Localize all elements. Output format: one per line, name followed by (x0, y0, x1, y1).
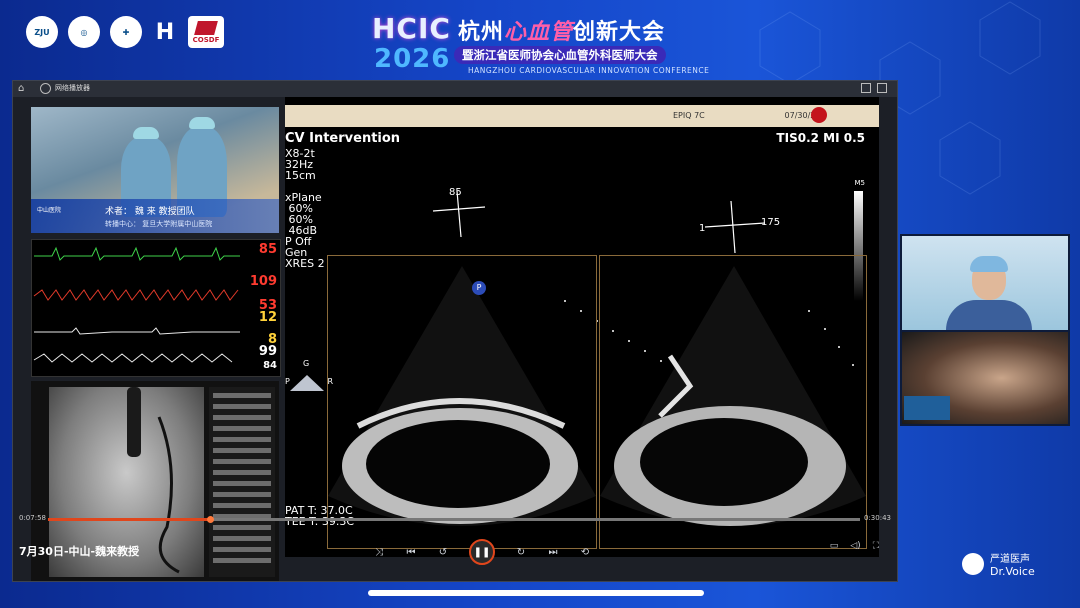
angle-right-start: 1 (699, 223, 706, 234)
operation-video (902, 332, 1068, 424)
video-caption: 7月30日-中山-魏来教授 (19, 545, 140, 558)
home-indicator[interactable] (368, 590, 704, 596)
volume-icon[interactable]: ◁) (850, 541, 860, 551)
logo-hospital-icon: ✚ (110, 16, 142, 48)
operating-room-camera: 中山医院 术者： 魏 来 教授团队 转播中心： 复旦大学附属中山医院 (31, 107, 279, 233)
partner-logos: ZJU ◎ ✚ H COSDF (26, 16, 224, 48)
skip-next-icon[interactable]: ⏭ (547, 547, 559, 558)
presenter-cap (970, 256, 1008, 272)
vital-abp: 109 (249, 274, 277, 289)
banner-subtitle-cn: 暨浙江省医师协会心血管外科医师大会 (454, 46, 666, 64)
rewind-icon[interactable]: ↺ (437, 547, 449, 558)
logo-hz-icon: H (155, 19, 175, 45)
repeat-icon[interactable]: ⟲ (579, 547, 591, 558)
pause-button[interactable]: ❚❚ (469, 539, 495, 565)
echo-sector-left (328, 266, 596, 526)
camera-line1: 术者： 魏 来 教授团队 (105, 207, 195, 217)
surgeon-cap (189, 117, 215, 129)
orientation-g: G (303, 359, 310, 368)
shuffle-icon[interactable]: ⤨ (373, 547, 385, 558)
fullscreen-icon[interactable]: ⛶ (873, 541, 879, 551)
logo-cosdf: COSDF (188, 16, 224, 48)
presenter-body (946, 300, 1032, 330)
camera-caption-overlay: 中山医院 术者： 魏 来 教授团队 转播中心： 复旦大学附属中山医院 (31, 199, 279, 233)
echo-bscan-left (327, 255, 597, 549)
window-buttons[interactable] (861, 83, 887, 93)
player-titlebar[interactable]: ⌂ 网络播放器 (13, 81, 897, 97)
banner-hcic: HCIC (372, 12, 451, 45)
banner-year: 2026 (374, 44, 451, 74)
angle-left: 85 (449, 187, 462, 198)
banner-subtitle-en: HANGZHOU CARDIOVASCULAR INNOVATION CONFE… (468, 66, 710, 75)
surgeon-cap (133, 127, 159, 139)
camera-line2: 转播中心： 复旦大学附属中山医院 (105, 220, 213, 228)
echocardiogram-view: EPIQ 7C 07/30/2... CV Intervention TIS0.… (285, 97, 879, 557)
vital-cvp: 12 (258, 310, 277, 325)
drvoice-logo-icon (962, 553, 984, 575)
watermark-en: Dr.Voice (990, 565, 1035, 578)
vital-pulse: 84 (263, 360, 277, 371)
progress-bar[interactable] (48, 518, 860, 521)
minimize-icon[interactable] (861, 83, 871, 93)
conference-banner: HCIC 2026 杭州心血管创新大会 暨浙江省医师协会心血管外科医师大会 HA… (372, 10, 709, 76)
logo-zju-icon: ZJU (26, 16, 58, 48)
patient-monitor: 85 109 53 12 8 99 84 (31, 239, 281, 377)
presenter-video (902, 236, 1068, 330)
probe-marker-icon: P (472, 281, 486, 295)
orientation-triangle-icon (290, 375, 324, 391)
vital-waveforms (33, 246, 240, 363)
echo-bscan-right (599, 255, 867, 549)
vital-hr: 85 (258, 242, 277, 257)
video-player-window[interactable]: ⌂ 网络播放器 中山医院 术者： 魏 来 教授团队 转播中心： 复旦大学附属中山… (12, 80, 898, 582)
home-icon[interactable]: ⌂ (18, 83, 24, 94)
player-title: 网络播放器 (55, 84, 90, 92)
echo-temperatures: PAT T: 37.0C TEE T: 39.3C (285, 504, 355, 528)
record-icon[interactable] (40, 83, 51, 94)
skip-previous-icon[interactable]: ⏮ (405, 547, 417, 558)
camera-tag: 中山医院 (37, 207, 62, 214)
drvoice-watermark: 严道医声 Dr.Voice (962, 550, 1035, 578)
vital-spo2: 99 (258, 344, 277, 359)
watermark-cn: 严道医声 (990, 554, 1030, 565)
progress-fill (48, 518, 211, 521)
forward-icon[interactable]: ↻ (515, 547, 527, 558)
playback-controls: ⤨ ⏮ ↺ ❚❚ ↻ ⏭ ⟲ (373, 539, 591, 565)
total-time: 0:30:43 (864, 514, 891, 522)
banner-cn-title: 杭州心血管创新大会 (458, 20, 666, 45)
logo-association-icon: ◎ (68, 16, 100, 48)
right-controls: ▭ ◁) ⛶ (830, 541, 879, 551)
maximize-icon[interactable] (877, 83, 887, 93)
xray-side-panel (209, 387, 275, 577)
side-video-panel (900, 234, 1070, 426)
echo-sector-right (600, 266, 866, 526)
subtitle-icon[interactable]: ▭ (830, 541, 839, 551)
operation-pip (904, 396, 950, 420)
current-time: 0:07:58 (19, 514, 46, 522)
angle-right-end: 175 (761, 217, 781, 228)
